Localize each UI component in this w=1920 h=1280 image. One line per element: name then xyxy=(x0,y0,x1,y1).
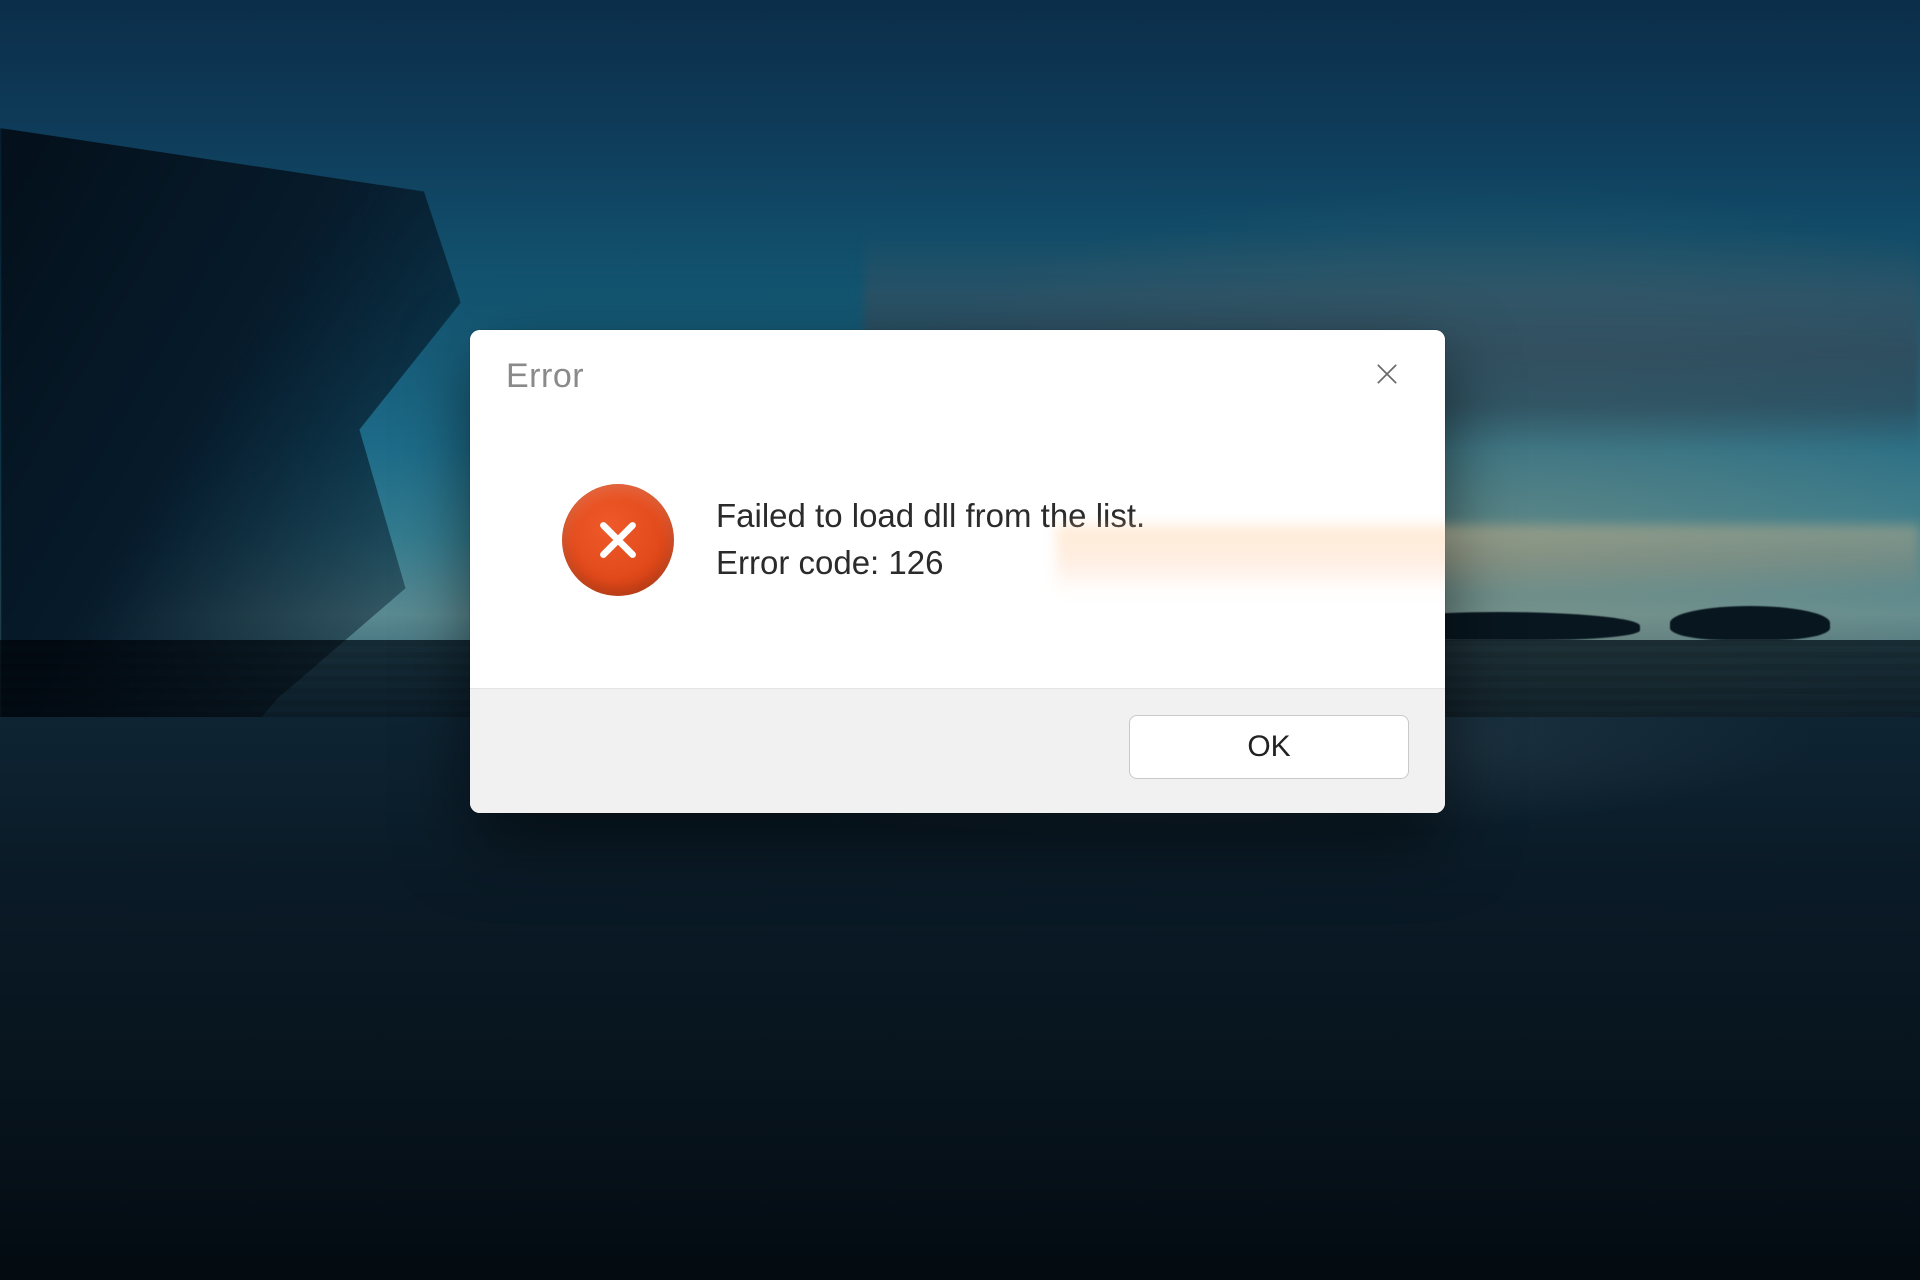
dialog-message-line2: Error code: 126 xyxy=(716,540,1145,587)
dialog-message: Failed to load dll from the list. Error … xyxy=(716,493,1145,587)
error-dialog: Error Failed to load dll from the list. xyxy=(470,330,1445,813)
dialog-message-line1: Failed to load dll from the list. xyxy=(716,493,1145,540)
wallpaper-landmass xyxy=(0,128,461,922)
desktop-wallpaper: Error Failed to load dll from the list. xyxy=(0,0,1920,1280)
dialog-titlebar: Error xyxy=(470,330,1445,412)
dialog-body: Failed to load dll from the list. Error … xyxy=(470,412,1445,688)
error-icon xyxy=(562,484,674,596)
dialog-footer: OK xyxy=(470,688,1445,813)
close-button[interactable] xyxy=(1359,348,1415,404)
ok-button[interactable]: OK xyxy=(1129,715,1409,779)
dialog-title: Error xyxy=(506,357,584,396)
close-icon xyxy=(1374,361,1400,392)
